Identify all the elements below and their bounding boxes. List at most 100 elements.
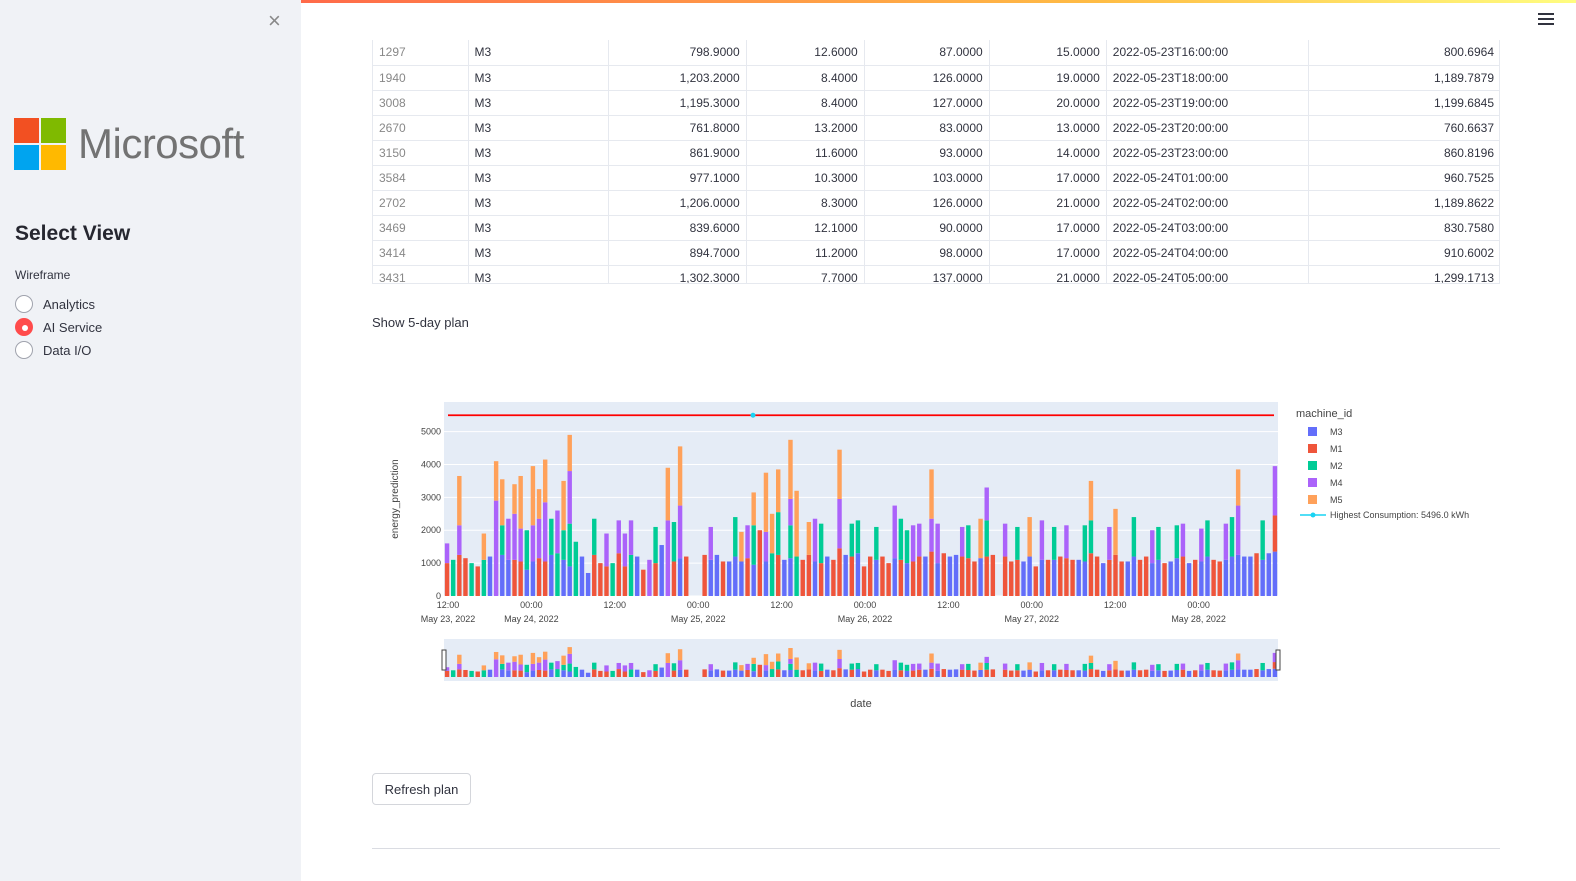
table-cell: 126.0000 <box>864 190 990 216</box>
table-cell: 760.6637 <box>1308 115 1499 141</box>
main-menu-icon[interactable] <box>1538 13 1554 27</box>
range-bar-M1 <box>604 671 609 677</box>
range-bar-M2 <box>1260 662 1265 671</box>
range-bar-M3 <box>843 669 848 677</box>
radio-circle-ai-service[interactable] <box>15 318 33 336</box>
bar-M1 <box>757 530 763 596</box>
table-cell: 1,299.1713 <box>1308 265 1499 283</box>
range-bar-M3 <box>1205 669 1210 677</box>
range-bar-M5 <box>1027 662 1032 670</box>
range-bar-M2 <box>794 669 799 677</box>
table-body: 1297 M3 798.9000 12.6000 87.0000 15.0000 2022-… <box>373 40 1499 283</box>
bar-M5 <box>1235 469 1241 506</box>
range-bar-M3 <box>506 670 511 677</box>
table-row[interactable]: 3584 M3 977.1000 10.3000 103.0000 17.0000 2022… <box>373 165 1499 191</box>
range-bar-M1 <box>720 670 726 677</box>
table-row[interactable]: 1297 M3 798.9000 12.6000 87.0000 15.0000 2022-… <box>373 40 1499 66</box>
range-bar-M1 <box>1143 669 1149 677</box>
x-tick-date-label: May 24, 2022 <box>504 614 559 624</box>
bar-M4 <box>1150 530 1155 564</box>
table-row[interactable]: 3150 M3 861.9000 11.6000 93.0000 14.0000 2022-… <box>373 140 1499 166</box>
x-tick-date-label: May 28, 2022 <box>1171 614 1226 624</box>
bar-M3 <box>782 559 787 596</box>
range-bar-M1 <box>1088 669 1094 677</box>
table-row[interactable]: 2670 M3 761.8000 13.2000 83.0000 13.0000 2022-… <box>373 115 1499 141</box>
range-bar-M1 <box>910 670 916 677</box>
bar-M2 <box>555 553 560 596</box>
data-table[interactable]: 1297 M3 798.9000 12.6000 87.0000 15.0000 2022-… <box>372 40 1500 284</box>
range-bar-M4 <box>506 662 511 671</box>
bar-M4 <box>647 559 652 596</box>
radio-analytics[interactable]: Analytics <box>15 294 95 314</box>
range-bar-M3 <box>1027 669 1032 677</box>
bar-M5 <box>1088 480 1094 521</box>
x-tick-label: 00:00 <box>520 600 543 610</box>
range-bar-M2 <box>469 670 474 677</box>
y-tick-label: 2000 <box>421 525 441 535</box>
range-bar-M1 <box>886 670 891 677</box>
bar-M1 <box>818 563 824 596</box>
range-slider-left-handle <box>441 649 447 671</box>
radio-circle-analytics[interactable] <box>15 295 33 313</box>
range-bar-M3 <box>585 672 591 677</box>
radio-circle-data-io[interactable] <box>15 341 33 359</box>
bar-M3 <box>855 553 861 596</box>
close-sidebar-icon[interactable]: × <box>268 10 281 32</box>
table-cell: 20.0000 <box>989 90 1107 116</box>
bar-M1 <box>1094 556 1100 596</box>
range-bar-M2 <box>874 664 879 671</box>
table-cell: M3 <box>468 140 609 166</box>
radio-ai-service[interactable]: AI Service <box>15 317 102 337</box>
bar-M1 <box>512 559 517 596</box>
bar-M1 <box>849 556 855 596</box>
range-bar-M2 <box>966 663 971 670</box>
bar-M3 <box>751 564 756 596</box>
bar-M3 <box>1150 563 1155 596</box>
range-bar-M1 <box>745 669 750 677</box>
range-bar-M2 <box>1174 663 1180 670</box>
energy-chart[interactable]: 010002000300040005000energy_prediction12… <box>380 395 1510 715</box>
range-bar-M2 <box>1131 662 1137 670</box>
range-bar-M1 <box>463 669 468 677</box>
range-bar-M5 <box>837 649 842 659</box>
range-bar-M3 <box>825 669 830 677</box>
table-row[interactable]: 1940 M3 1,203.2000 8.4000 126.0000 19.0000 202… <box>373 65 1499 91</box>
bar-M5 <box>1113 508 1118 555</box>
range-bar-M3 <box>751 671 756 677</box>
bar-M2 <box>610 563 615 596</box>
bar-M4 <box>677 505 683 559</box>
table-row[interactable]: 3414 M3 894.7000 11.2000 98.0000 17.0000 2022-… <box>373 240 1499 266</box>
range-bar-M2 <box>549 662 554 670</box>
table-cell: 2022-05-23T19:00:00 <box>1106 90 1309 116</box>
bar-M1 <box>984 556 989 596</box>
bar-M1 <box>910 561 916 596</box>
bar-M4 <box>536 518 542 559</box>
table-cell: 1,206.0000 <box>608 190 747 216</box>
table-row[interactable]: 2702 M3 1,206.0000 8.3000 126.0000 21.0000 202… <box>373 190 1499 216</box>
range-bar-M4 <box>530 663 536 671</box>
bar-M1 <box>616 553 621 596</box>
table-row[interactable]: 3469 M3 839.6000 12.1000 90.0000 17.0000 2022-… <box>373 215 1499 241</box>
table-row[interactable]: 3431 M3 1,302.3000 7.7000 137.0000 21.0000 202… <box>373 265 1499 283</box>
table-cell: M3 <box>468 65 609 91</box>
legend-swatch-M1 <box>1308 444 1317 453</box>
bar-M3 <box>843 554 848 596</box>
bar-M3 <box>1272 551 1278 596</box>
bar-M1 <box>1143 556 1149 596</box>
range-bar-M1 <box>542 670 548 677</box>
bar-M3 <box>1223 559 1229 596</box>
bar-M2 <box>874 526 879 560</box>
table-row[interactable]: 3008 M3 1,195.3000 8.4000 127.0000 20.0000 202… <box>373 90 1499 116</box>
range-bar-M4 <box>628 662 634 670</box>
table-cell: 15.0000 <box>989 40 1107 66</box>
refresh-plan-button[interactable]: Refresh plan <box>372 773 471 805</box>
table-cell: 2022-05-23T20:00:00 <box>1106 115 1309 141</box>
radio-data-io[interactable]: Data I/O <box>15 340 91 360</box>
table-cell: 21.0000 <box>989 190 1107 216</box>
range-bar-M1 <box>1119 670 1124 677</box>
range-bar-M2 <box>769 669 775 677</box>
range-bar-M1 <box>598 670 603 677</box>
range-bar-M3 <box>1248 669 1253 677</box>
range-bar-M1 <box>1058 669 1063 677</box>
bar-M3 <box>1242 556 1247 596</box>
